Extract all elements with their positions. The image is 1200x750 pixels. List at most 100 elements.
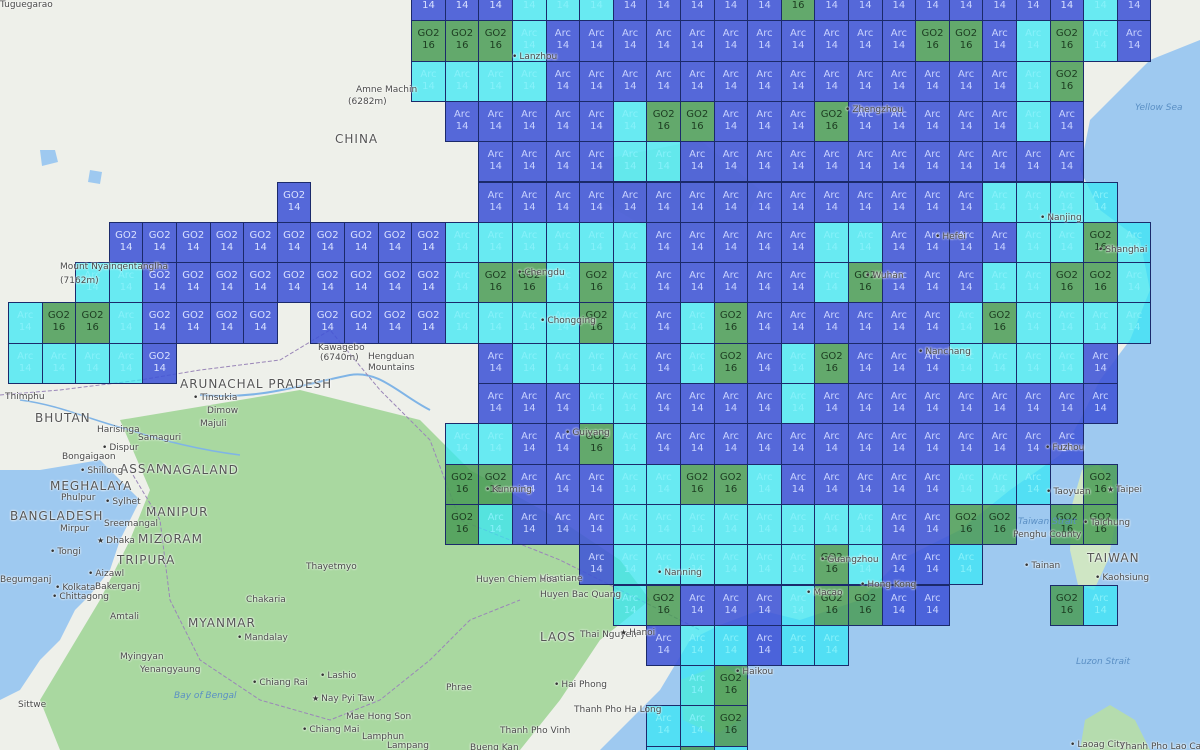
grid-cell[interactable]: Arc14: [444, 262, 480, 304]
grid-cell[interactable]: Arc14: [545, 221, 581, 264]
grid-cell[interactable]: Arc14: [612, 262, 648, 304]
grid-cell[interactable]: Arc14: [881, 262, 917, 304]
grid-cell[interactable]: Arc14: [747, 503, 782, 546]
grid-cell[interactable]: GO214: [377, 262, 413, 304]
grid-cell[interactable]: Arc14: [579, 100, 614, 143]
grid-cell[interactable]: Arc14: [713, 100, 749, 143]
grid-cell[interactable]: Arc14: [512, 503, 547, 546]
grid-cell[interactable]: Arc14: [948, 181, 984, 223]
grid-cell[interactable]: GO214: [276, 221, 312, 264]
grid-cell[interactable]: Arc14: [982, 221, 1017, 264]
grid-cell[interactable]: Arc14: [579, 0, 614, 22]
grid-cell[interactable]: Arc14: [680, 141, 715, 183]
grid-cell[interactable]: Arc14: [915, 100, 950, 143]
grid-cell[interactable]: Arc14: [512, 423, 547, 465]
grid-cell[interactable]: Arc14: [848, 60, 883, 102]
grid-cell[interactable]: Arc14: [915, 383, 950, 425]
grid-cell[interactable]: Arc14: [444, 221, 480, 264]
grid-cell[interactable]: Arc14: [41, 342, 77, 384]
grid-cell[interactable]: Arc14: [915, 262, 950, 304]
grid-cell[interactable]: Arc14: [948, 0, 984, 22]
grid-cell[interactable]: Arc14: [1083, 383, 1118, 425]
grid-cell[interactable]: Arc14: [948, 544, 984, 586]
grid-cell[interactable]: Arc14: [1049, 383, 1085, 425]
grid-cell[interactable]: Arc14: [1016, 262, 1051, 304]
grid-cell[interactable]: Arc14: [780, 463, 816, 505]
grid-cell[interactable]: Arc14: [579, 20, 614, 62]
grid-cell[interactable]: Arc14: [612, 544, 648, 586]
grid-cell[interactable]: Arc14: [747, 262, 782, 304]
grid-cell[interactable]: Arc14: [612, 342, 648, 384]
grid-cell[interactable]: GO214: [411, 262, 446, 304]
grid-cell[interactable]: GO214: [1049, 0, 1085, 22]
grid-cell[interactable]: Arc14: [948, 100, 984, 143]
grid-cell[interactable]: Arc14: [780, 181, 816, 223]
grid-cell[interactable]: Arc14: [545, 0, 581, 22]
grid-cell[interactable]: Arc14: [915, 60, 950, 102]
grid-cell[interactable]: Arc14: [612, 0, 648, 22]
grid-cell[interactable]: Arc14: [545, 503, 581, 546]
grid-cell[interactable]: Arc14: [881, 342, 917, 384]
grid-cell[interactable]: GO216: [1083, 262, 1118, 304]
grid-cell[interactable]: Arc14: [646, 745, 681, 750]
grid-cell[interactable]: Arc14: [814, 60, 849, 102]
grid-cell[interactable]: Arc14: [512, 60, 547, 102]
grid-cell[interactable]: Arc14: [612, 20, 648, 62]
grid-cell[interactable]: Arc14: [848, 383, 883, 425]
grid-cell[interactable]: Arc14: [680, 181, 715, 223]
grid-cell[interactable]: GO216: [713, 302, 749, 344]
grid-cell[interactable]: Arc14: [1016, 221, 1051, 264]
grid-cell[interactable]: Arc14: [747, 463, 782, 505]
grid-cell[interactable]: Arc14: [612, 503, 648, 546]
grid-cell[interactable]: Arc14: [680, 262, 715, 304]
grid-cell[interactable]: Arc14: [680, 383, 715, 425]
grid-cell[interactable]: GO214: [411, 221, 446, 264]
grid-cell[interactable]: Arc14: [881, 302, 917, 344]
grid-cell[interactable]: GO216: [444, 503, 480, 546]
grid-cell[interactable]: Arc14: [1016, 20, 1051, 62]
grid-cell[interactable]: Arc14: [713, 503, 749, 546]
grid-cell[interactable]: Arc14: [747, 20, 782, 62]
grid-cell[interactable]: Arc14: [646, 181, 681, 223]
grid-cell[interactable]: Arc14: [478, 141, 513, 183]
grid-cell[interactable]: GO214: [209, 262, 245, 304]
grid-cell[interactable]: GO216: [948, 20, 984, 62]
grid-cell[interactable]: GO216: [915, 20, 950, 62]
grid-cell[interactable]: Arc14: [881, 383, 917, 425]
grid-cell[interactable]: Arc14: [982, 60, 1017, 102]
grid-cell[interactable]: Arc14: [1016, 383, 1051, 425]
grid-cell[interactable]: Arc14: [848, 342, 883, 384]
grid-cell[interactable]: GO216: [814, 100, 849, 143]
grid-cell[interactable]: Arc14: [545, 60, 581, 102]
grid-cell[interactable]: GO214: [209, 302, 245, 344]
grid-cell[interactable]: Arc14: [982, 100, 1017, 143]
grid-cell[interactable]: GO216: [444, 20, 480, 62]
grid-cell[interactable]: Arc14: [512, 141, 547, 183]
grid-cell[interactable]: Arc14: [881, 0, 917, 22]
grid-cell[interactable]: Arc14: [747, 221, 782, 264]
grid-cell[interactable]: Arc14: [915, 584, 950, 626]
grid-cell[interactable]: GO216: [411, 20, 446, 62]
grid-cell[interactable]: Arc14: [444, 302, 480, 344]
grid-cell[interactable]: Arc14: [713, 262, 749, 304]
grid-cell[interactable]: Arc14: [680, 423, 715, 465]
grid-cell[interactable]: Arc14: [713, 181, 749, 223]
grid-cell[interactable]: Arc14: [848, 0, 883, 22]
grid-cell[interactable]: Arc14: [478, 302, 513, 344]
grid-cell[interactable]: Arc14: [1049, 302, 1085, 344]
grid-cell[interactable]: Arc14: [1049, 141, 1085, 183]
grid-cell[interactable]: GO214: [377, 302, 413, 344]
grid-cell[interactable]: Arc14: [1016, 60, 1051, 102]
grid-cell[interactable]: Arc14: [1116, 262, 1152, 304]
grid-cell[interactable]: Arc14: [545, 100, 581, 143]
grid-cell[interactable]: Arc14: [848, 503, 883, 546]
grid-cell[interactable]: Arc14: [814, 423, 849, 465]
grid-cell[interactable]: Arc14: [612, 463, 648, 505]
grid-cell[interactable]: Arc14: [780, 262, 816, 304]
grid-cell[interactable]: Arc14: [1116, 302, 1152, 344]
grid-cell[interactable]: Arc14: [747, 302, 782, 344]
grid-cell[interactable]: Arc14: [713, 20, 749, 62]
grid-cell[interactable]: Arc14: [512, 383, 547, 425]
grid-cell[interactable]: Arc14: [646, 503, 681, 546]
grid-cell[interactable]: Arc14: [680, 705, 715, 747]
